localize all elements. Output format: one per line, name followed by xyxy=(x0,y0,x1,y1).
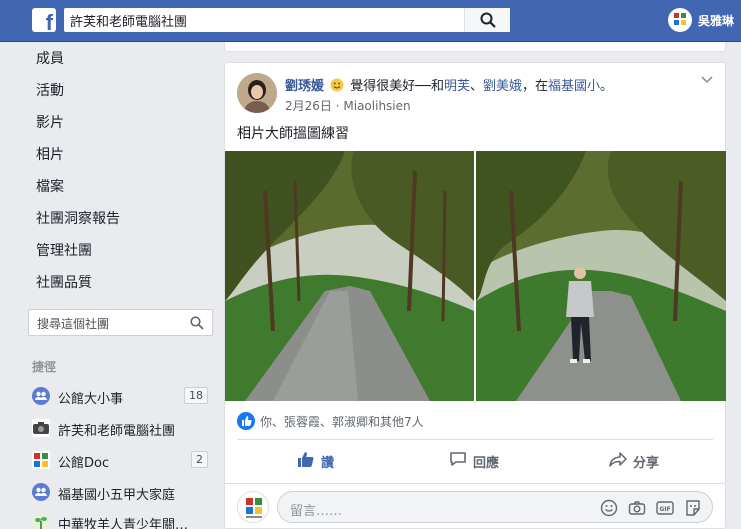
emoji-icon[interactable] xyxy=(600,499,618,517)
post-photo[interactable] xyxy=(225,151,474,401)
author-name[interactable]: 劉琇媛 xyxy=(285,79,324,94)
notification-count: 18 xyxy=(184,387,208,404)
smile-icon xyxy=(324,78,350,94)
meta-dot: · xyxy=(335,99,340,113)
previous-post-card xyxy=(224,42,726,52)
search-icon xyxy=(480,12,496,28)
user-name: 吳雅琳 xyxy=(698,13,735,28)
like-button[interactable]: 讚 xyxy=(297,451,334,471)
notification-count: 2 xyxy=(191,451,208,468)
like-reaction-icon xyxy=(237,412,255,430)
post-date[interactable]: 2月26日 xyxy=(285,99,332,113)
comment-label: 回應 xyxy=(473,455,500,471)
group-search-placeholder: 搜尋這個社團 xyxy=(37,317,110,331)
group-search-input[interactable]: 搜尋這個社團 xyxy=(28,309,213,336)
at-text: ，在 xyxy=(522,79,549,94)
separator-text: 、 xyxy=(469,79,483,94)
nav-item-manage[interactable]: 管理社團 xyxy=(36,240,92,260)
svg-text:GIF: GIF xyxy=(659,506,670,513)
search-icon xyxy=(190,316,204,330)
shortcut-item[interactable]: 公館Doc 2 xyxy=(32,450,212,471)
search-value: 許芙和老師電腦社團 xyxy=(70,15,188,30)
group-icon xyxy=(32,387,50,405)
nav-item-members[interactable]: 成員 xyxy=(36,48,64,68)
comment-input[interactable]: 留言…… GIF xyxy=(277,491,713,523)
nav-item-events[interactable]: 活動 xyxy=(36,80,64,100)
nav-item-videos[interactable]: 影片 xyxy=(36,112,64,132)
tagged-person-link[interactable]: 劉美娥 xyxy=(483,79,522,94)
nav-item-insights[interactable]: 社團洞察報告 xyxy=(36,208,120,228)
top-bar: f 許芙和老師電腦社團 吳雅琳 xyxy=(0,0,741,42)
search-input[interactable]: 許芙和老師電腦社團 xyxy=(64,8,510,32)
post-text: 相片大師搵圖練習 xyxy=(237,126,349,142)
chevron-down-icon[interactable] xyxy=(701,73,713,87)
tagged-person-link[interactable]: 明芙 xyxy=(444,79,470,94)
shortcut-item[interactable]: 公館大小事 18 xyxy=(32,386,212,407)
shortcut-label: 福基國小五甲大家庭 xyxy=(58,488,176,503)
comment-tools: GIF xyxy=(600,499,702,517)
gif-icon[interactable]: GIF xyxy=(656,499,674,517)
post-location[interactable]: Miaolihsien xyxy=(343,99,410,113)
camera-icon[interactable] xyxy=(628,499,646,517)
shortcut-item[interactable]: 許芙和老師電腦社團 xyxy=(32,418,212,439)
shortcut-label: 公館Doc xyxy=(58,456,110,471)
post-meta: 2月26日 · Miaolihsien xyxy=(285,97,411,114)
profile-link[interactable]: 吳雅琳 xyxy=(668,8,734,32)
post-photo[interactable] xyxy=(476,151,726,401)
search-button[interactable] xyxy=(464,8,510,32)
avatar xyxy=(668,8,692,32)
avatar xyxy=(237,491,269,523)
comment-icon xyxy=(449,450,467,472)
doc-icon xyxy=(32,451,50,469)
plant-icon xyxy=(32,513,50,529)
shortcut-label: 許芙和老師電腦社團 xyxy=(58,424,176,439)
thumbs-up-icon xyxy=(297,450,315,472)
share-button[interactable]: 分享 xyxy=(609,451,659,471)
shortcut-item[interactable]: 福基國小五甲大家庭 xyxy=(32,482,212,503)
comment-button[interactable]: 回應 xyxy=(449,451,499,471)
facebook-logo-icon[interactable]: f xyxy=(32,8,56,32)
author-avatar[interactable] xyxy=(237,73,277,113)
nav-item-quality[interactable]: 社團品質 xyxy=(36,272,92,292)
place-link[interactable]: 福基國小 xyxy=(548,79,600,94)
shortcut-label: 中華牧羊人青少年關… xyxy=(58,518,189,529)
shortcut-label: 公館大小事 xyxy=(58,392,124,407)
group-icon xyxy=(32,483,50,501)
reactions-text: 你、張蓉霞、郭淑卿和其他7人 xyxy=(260,414,424,429)
reactions-summary[interactable]: 你、張蓉霞、郭淑卿和其他7人 xyxy=(237,411,424,431)
comment-placeholder: 留言…… xyxy=(290,504,343,519)
shortcut-item[interactable]: 中華牧羊人青少年關… xyxy=(32,512,212,529)
post-header: 劉琇媛 覺得很美好──和明芙、劉美娥，在福基國小。 xyxy=(285,75,613,94)
feeling-text: 覺得很美好──和 xyxy=(350,79,444,94)
like-label: 讚 xyxy=(321,455,335,471)
sticker-icon[interactable] xyxy=(684,499,702,517)
share-label: 分享 xyxy=(633,455,660,471)
end-text: 。 xyxy=(600,79,614,94)
share-icon xyxy=(609,450,627,472)
nav-item-photos[interactable]: 相片 xyxy=(36,144,64,164)
divider xyxy=(225,483,725,484)
divider xyxy=(237,439,713,440)
nav-item-files[interactable]: 檔案 xyxy=(36,176,64,196)
post-card: 劉琇媛 覺得很美好──和明芙、劉美娥，在福基國小。 2月26日 · Miaoli… xyxy=(224,62,726,529)
camera-icon xyxy=(32,419,50,437)
shortcuts-heading: 捷徑 xyxy=(32,360,57,374)
